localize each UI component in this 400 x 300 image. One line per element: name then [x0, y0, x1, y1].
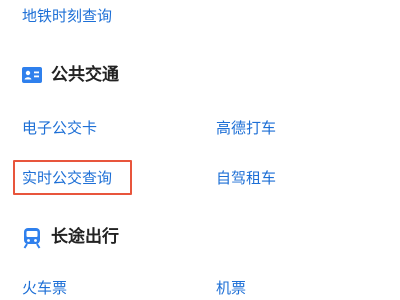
long-distance-header: 长途出行 [22, 224, 119, 250]
metro-schedule-link[interactable]: 地铁时刻查询 [22, 6, 112, 26]
self-drive-rental-link[interactable]: 自驾租车 [216, 168, 276, 188]
e-bus-card-link[interactable]: 电子公交卡 [22, 118, 97, 138]
highlight-box [13, 160, 132, 195]
train-ticket-link[interactable]: 火车票 [22, 278, 67, 298]
long-distance-title: 长途出行 [51, 227, 119, 247]
public-transit-header: 公共交通 [22, 62, 119, 88]
amap-taxi-link[interactable]: 高德打车 [216, 118, 276, 138]
id-card-icon [22, 65, 42, 85]
public-transit-title: 公共交通 [51, 65, 119, 85]
flight-ticket-link[interactable]: 机票 [216, 278, 246, 298]
train-icon [22, 227, 42, 249]
transit-services-page: 地铁时刻查询 公共交通 电子公交卡 高德打车 实时公交查询 自驾租车 长途出行 … [0, 0, 400, 300]
